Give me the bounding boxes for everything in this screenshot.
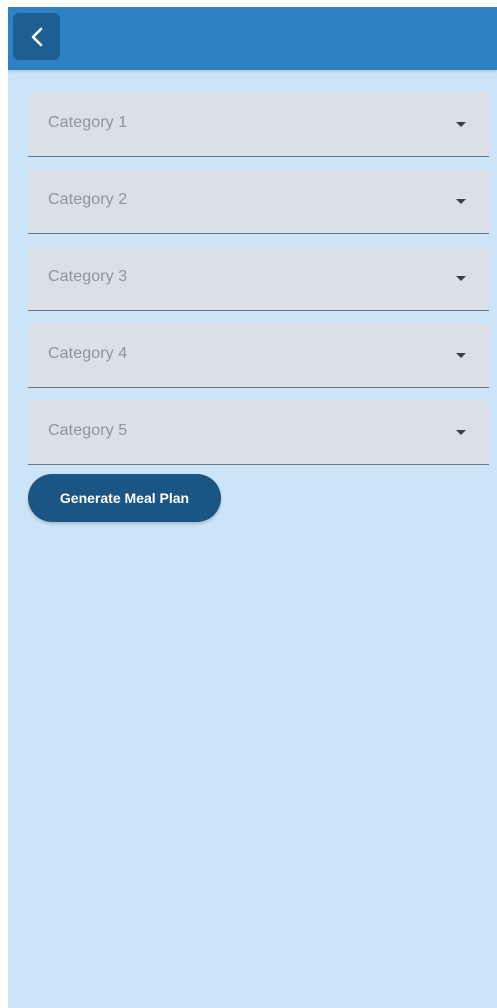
category-1-dropdown[interactable]: Category 1: [28, 92, 489, 157]
dropdown-arrow-icon: [456, 276, 466, 281]
app-screen: Category 1 Category 2 Category 3 Categor…: [8, 7, 497, 1008]
app-bar: [8, 7, 497, 70]
dropdown-arrow-icon: [456, 122, 466, 127]
category-form: Category 1 Category 2 Category 3 Categor…: [28, 92, 489, 477]
category-4-placeholder: Category 4: [48, 345, 128, 362]
category-5-dropdown[interactable]: Category 5: [28, 400, 489, 465]
dropdown-arrow-icon: [456, 199, 466, 204]
generate-meal-plan-button[interactable]: Generate Meal Plan: [28, 474, 221, 522]
category-1-placeholder: Category 1: [48, 114, 128, 131]
category-3-dropdown[interactable]: Category 3: [28, 246, 489, 311]
dropdown-arrow-icon: [456, 430, 466, 435]
category-5-placeholder: Category 5: [48, 422, 128, 439]
category-2-placeholder: Category 2: [48, 191, 128, 208]
chevron-left-icon: [28, 26, 46, 48]
category-2-dropdown[interactable]: Category 2: [28, 169, 489, 234]
dropdown-arrow-icon: [456, 353, 466, 358]
category-3-placeholder: Category 3: [48, 268, 128, 285]
category-4-dropdown[interactable]: Category 4: [28, 323, 489, 388]
back-button[interactable]: [13, 13, 60, 60]
